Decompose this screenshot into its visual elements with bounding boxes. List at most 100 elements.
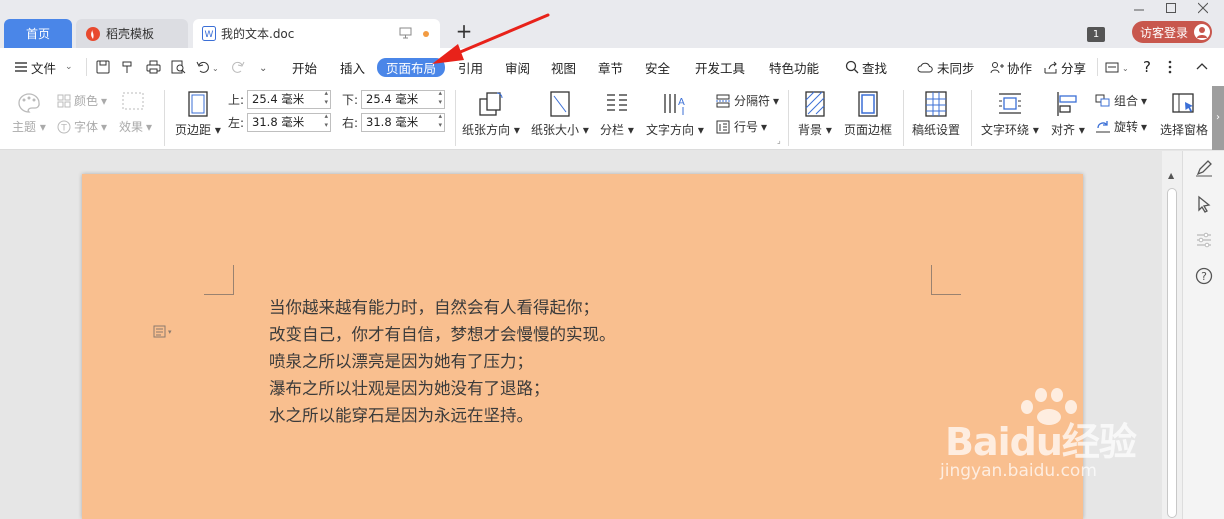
selection-pane-button[interactable]: 选择窗格 (1160, 91, 1208, 138)
menu-bar: 文件 ⌄ ⌄ ⌄ 开始 插入 页面布局 引用 审阅 视图 章节 安全 开发工具 … (0, 48, 1224, 86)
collapse-ribbon-icon[interactable] (1196, 58, 1208, 76)
monitor-icon[interactable] (399, 27, 412, 39)
svg-text:⌄: ⌄ (259, 63, 267, 74)
rotate-button[interactable]: 旋转 ▾ (1095, 118, 1147, 135)
hamburger-icon (14, 61, 28, 73)
document-page[interactable]: ▾ 当你越来越有能力时，自然会有人看得起你； 改变自己，你才有自信，梦想才会慢慢… (82, 174, 1083, 519)
format-painter-icon[interactable] (121, 58, 135, 76)
group-button[interactable]: 组合 ▾ (1095, 92, 1147, 109)
search-button[interactable]: 查找 (845, 58, 887, 76)
ribbon-scroll-right-button[interactable]: › (1212, 86, 1224, 150)
maximize-icon[interactable] (1166, 2, 1176, 14)
page-border-icon (857, 91, 879, 117)
theme-label: 主题 ▾ (12, 120, 46, 134)
sync-label: 未同步 (937, 60, 975, 76)
help-circle-icon[interactable]: ? (1195, 267, 1213, 285)
margin-left-label: 左: (228, 116, 245, 130)
menu-developer[interactable]: 开发工具 (695, 58, 745, 76)
align-button[interactable]: 对齐 ▾ (1051, 91, 1085, 138)
sync-button[interactable]: 未同步 (917, 58, 975, 76)
breaks-label: 分隔符 (734, 94, 771, 108)
margin-left-input[interactable]: 31.8 毫米 (247, 112, 332, 132)
effects-button[interactable]: 效果 ▾ (119, 118, 152, 135)
vertical-scrollbar[interactable]: ▲ (1162, 151, 1182, 519)
tab-home[interactable]: 首页 (4, 19, 72, 48)
page-border-button[interactable]: 页面边框 (844, 91, 892, 138)
menu-chapter[interactable]: 章节 (598, 58, 623, 76)
print-preview-icon[interactable] (171, 58, 186, 76)
menu-review[interactable]: 审阅 (505, 58, 530, 76)
margin-corner-top-left (204, 265, 234, 295)
text-line[interactable]: 改变自己，你才有自信，梦想才会慢慢的实现。 (269, 321, 616, 348)
page-count-badge[interactable]: 1 (1087, 27, 1105, 42)
orientation-button[interactable]: 纸张方向 ▾ (462, 91, 520, 138)
save-icon[interactable] (96, 58, 110, 76)
rename-icon[interactable]: ⌄ (1105, 58, 1131, 76)
text-direction-button[interactable]: A 文字方向 ▾ (646, 91, 704, 138)
theme-button[interactable]: 主题 ▾ (12, 92, 46, 135)
paper-size-button[interactable]: 纸张大小 ▾ (531, 91, 589, 138)
rotate-icon (1095, 120, 1111, 134)
rotate-label: 旋转 (1114, 120, 1139, 134)
baidu-jingyan-watermark: Baidu经验 jingyan.baidu.com (935, 385, 1160, 495)
close-icon[interactable] (1198, 2, 1208, 14)
breaks-button[interactable]: 分隔符 ▾ (715, 92, 779, 109)
tab-templates[interactable]: 稻壳模板 (76, 19, 188, 48)
menu-view[interactable]: 视图 (551, 58, 576, 76)
file-menu[interactable]: 文件 ⌄ (14, 58, 73, 76)
redo-icon[interactable] (231, 58, 245, 76)
columns-button[interactable]: 分栏 ▾ (600, 91, 634, 138)
menu-start[interactable]: 开始 (292, 58, 317, 76)
login-button[interactable]: 访客登录 (1132, 21, 1212, 43)
menu-security[interactable]: 安全 (645, 58, 670, 76)
more-icon[interactable] (1168, 58, 1172, 76)
text-line[interactable]: 水之所以能穿石是因为永远在坚持。 (269, 402, 616, 429)
share-button[interactable]: 分享 (1044, 58, 1086, 76)
manuscript-grid-icon (924, 91, 948, 117)
tab-templates-label: 稻壳模板 (106, 27, 155, 41)
tab-document[interactable]: W 我的文本.doc (193, 19, 440, 48)
margin-bottom-label: 下: (342, 93, 359, 107)
fonts-button[interactable]: T 字体 ▾ (57, 118, 107, 135)
line-numbers-button[interactable]: 行号 ▾ (715, 118, 767, 135)
manuscript-settings-button[interactable]: 稿纸设置 (912, 91, 960, 138)
watermark-url: jingyan.baidu.com (940, 461, 1097, 481)
collaborate-button[interactable]: 协作 (990, 58, 1032, 76)
undo-icon[interactable]: ⌄ (196, 58, 218, 76)
scrollbar-thumb[interactable] (1167, 188, 1177, 518)
margin-right-input[interactable]: 31.8 毫米 (361, 112, 446, 132)
font-circle-icon: T (57, 120, 71, 134)
share-label: 分享 (1061, 60, 1087, 76)
group-objects-icon (1095, 94, 1111, 108)
colors-button[interactable]: 颜色 ▾ (57, 92, 107, 109)
margin-top-input[interactable]: 25.4 毫米 (247, 89, 332, 109)
minimize-icon[interactable] (1134, 2, 1144, 14)
paragraph-handle[interactable]: ▾ (153, 325, 172, 338)
text-wrap-button[interactable]: 文字环绕 ▾ (981, 91, 1039, 138)
scroll-up-arrow[interactable]: ▲ (1168, 171, 1174, 180)
orientation-label: 纸张方向 ▾ (462, 123, 520, 137)
page-setup-launcher-icon[interactable]: ⌟ (777, 136, 781, 145)
background-button[interactable]: 背景 ▾ (798, 91, 832, 138)
text-line[interactable]: 瀑布之所以壮观是因为她没有了退路； (269, 375, 616, 402)
print-icon[interactable] (146, 58, 161, 76)
colors-label: 颜色 (74, 94, 99, 108)
text-line[interactable]: 当你越来越有能力时，自然会有人看得起你； (269, 294, 616, 321)
sliders-icon[interactable] (1195, 231, 1213, 249)
document-body[interactable]: 当你越来越有能力时，自然会有人看得起你； 改变自己，你才有自信，梦想才会慢慢的实… (269, 294, 616, 429)
help-icon[interactable]: ? (1143, 58, 1151, 76)
effects-label: 效果 (119, 120, 144, 134)
text-line[interactable]: 喷泉之所以漂亮是因为她有了压力； (269, 348, 616, 375)
menu-special-features[interactable]: 特色功能 (769, 58, 819, 76)
margins-button[interactable]: 页边距 ▾ (175, 91, 221, 138)
menu-insert[interactable]: 插入 (340, 58, 365, 76)
pointer-icon[interactable] (1195, 195, 1213, 213)
new-tab-button[interactable]: + (453, 20, 475, 44)
chevron-down-icon: ▾ (168, 327, 172, 336)
pen-icon[interactable] (1195, 159, 1213, 177)
margin-bottom-input[interactable]: 25.4 毫米 (361, 89, 446, 109)
quick-access-more-icon[interactable]: ⌄ (258, 58, 268, 76)
docer-logo-icon (86, 26, 100, 41)
menu-page-layout[interactable]: 页面布局 (377, 58, 446, 77)
menu-references[interactable]: 引用 (458, 58, 483, 76)
